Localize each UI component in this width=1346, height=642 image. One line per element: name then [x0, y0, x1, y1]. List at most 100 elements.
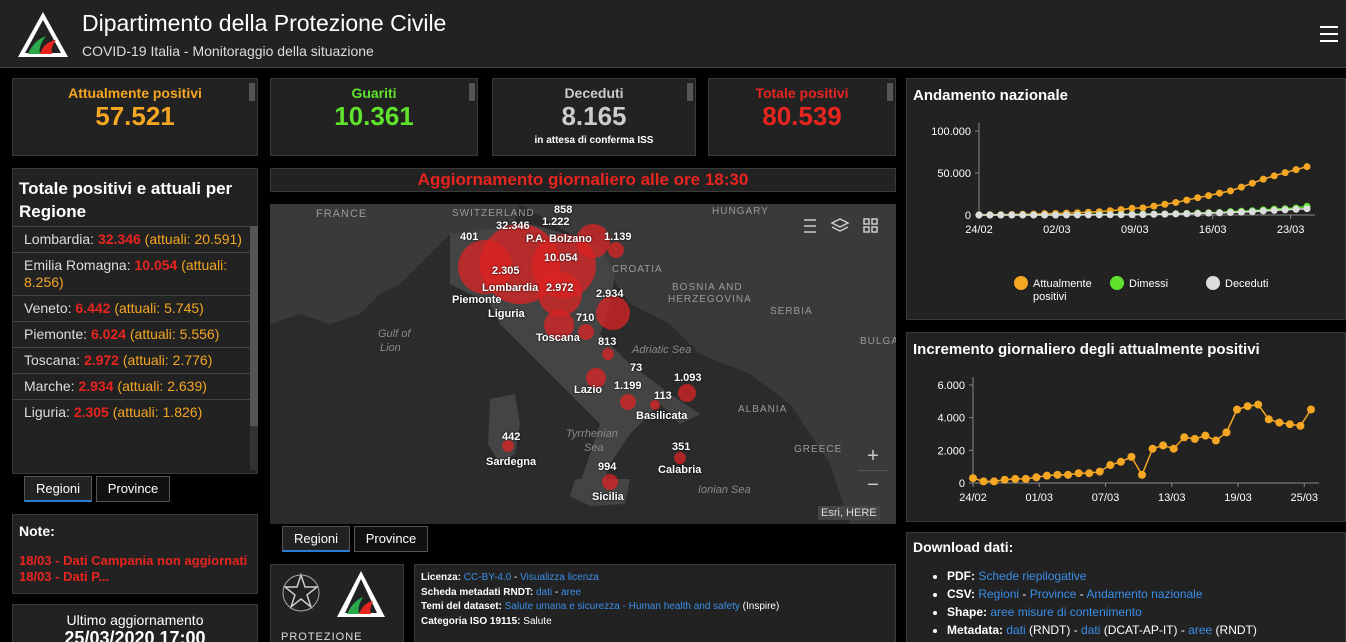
download-link[interactable]: Andamento nazionale	[1086, 587, 1202, 601]
data-point[interactable]	[1128, 211, 1136, 219]
metadata-link[interactable]: CC-BY-4.0	[464, 572, 511, 583]
data-point[interactable]	[1201, 431, 1210, 440]
download-link[interactable]: Province	[1030, 587, 1077, 601]
metadata-link[interactable]: Salute umana e sicurezza - Human health …	[505, 601, 740, 612]
panel-scrollbar[interactable]	[887, 83, 893, 101]
data-point[interactable]	[1222, 428, 1231, 437]
download-link[interactable]: aree misure di contenimento	[990, 605, 1141, 619]
data-point[interactable]	[979, 477, 988, 486]
data-point[interactable]	[1216, 189, 1224, 197]
data-point[interactable]	[1183, 210, 1191, 218]
data-point[interactable]	[1021, 474, 1030, 483]
data-point[interactable]	[1011, 474, 1020, 483]
data-point[interactable]	[1307, 405, 1315, 414]
map-bubble[interactable]	[602, 474, 618, 490]
data-point[interactable]	[1292, 166, 1300, 174]
data-point[interactable]	[1085, 469, 1094, 478]
data-point[interactable]	[1190, 434, 1199, 443]
chart-plot[interactable]: 0 50.000 100.000 24/02 02/03 09/03 16/03 23/03 A…	[907, 115, 1346, 315]
download-link[interactable]: dati	[1006, 623, 1025, 637]
data-point[interactable]	[1008, 211, 1016, 219]
map-bubble[interactable]	[608, 242, 624, 258]
data-point[interactable]	[1226, 187, 1234, 195]
metadata-link[interactable]: dati	[536, 587, 552, 598]
data-point[interactable]	[986, 211, 994, 219]
map-bubble[interactable]	[578, 324, 594, 340]
data-point[interactable]	[997, 211, 1005, 219]
data-point[interactable]	[1000, 475, 1009, 484]
data-point[interactable]	[1032, 473, 1041, 482]
data-point[interactable]	[1172, 198, 1180, 206]
data-point[interactable]	[1194, 209, 1202, 217]
data-point[interactable]	[1205, 192, 1213, 200]
data-point[interactable]	[1233, 405, 1242, 414]
download-link[interactable]: aree	[1188, 623, 1212, 637]
data-point[interactable]	[1095, 467, 1104, 476]
tab-province[interactable]: Province	[96, 476, 170, 502]
panel-scrollbar[interactable]	[469, 83, 475, 101]
map-attribution[interactable]: Esri, HERE	[818, 506, 880, 520]
map-bubble[interactable]	[678, 384, 696, 402]
download-link[interactable]: dati	[1081, 623, 1100, 637]
data-point[interactable]	[1074, 469, 1083, 478]
metadata-link[interactable]: Visualizza licenza	[520, 572, 599, 583]
data-point[interactable]	[1030, 211, 1038, 219]
region-row[interactable]: Liguria: 2.305 (attuali: 1.826)	[12, 399, 252, 425]
data-point[interactable]	[1264, 415, 1273, 424]
map-bubble[interactable]	[674, 452, 686, 464]
data-point[interactable]	[1116, 457, 1125, 466]
data-point[interactable]	[1106, 211, 1114, 219]
data-point[interactable]	[1292, 205, 1300, 213]
data-point[interactable]	[1062, 211, 1070, 219]
data-point[interactable]	[1042, 471, 1051, 480]
data-point[interactable]	[1138, 470, 1146, 479]
region-row[interactable]: Emilia Romagna: 10.054 (attuali: 8.256)	[12, 252, 252, 295]
data-point[interactable]	[1128, 204, 1136, 212]
data-point[interactable]	[1248, 179, 1256, 187]
data-point[interactable]	[1281, 169, 1289, 177]
region-row[interactable]: Toscana: 2.972 (attuali: 2.776)	[12, 347, 252, 373]
region-row[interactable]: Marche: 2.934 (attuali: 2.639)	[12, 373, 252, 399]
data-point[interactable]	[1259, 207, 1267, 215]
map-view[interactable]: FRANCE SWITZERLAND HUNGARY CROATIA BOSNI…	[270, 204, 896, 524]
data-point[interactable]	[1169, 444, 1178, 453]
data-point[interactable]	[1139, 210, 1147, 218]
data-point[interactable]	[1127, 452, 1136, 461]
regions-list[interactable]: Lombardia: 32.346 (attuali: 20.591) Emili…	[12, 226, 252, 425]
data-point[interactable]	[1211, 436, 1220, 445]
legend-label[interactable]: Dimessi	[1129, 278, 1168, 290]
region-row[interactable]: Piemonte: 6.024 (attuali: 5.556)	[12, 321, 252, 347]
data-point[interactable]	[1150, 202, 1158, 210]
data-point[interactable]	[1194, 194, 1202, 202]
legend-swatch[interactable]	[1206, 276, 1220, 290]
data-point[interactable]	[1117, 211, 1125, 219]
data-point[interactable]	[1172, 210, 1180, 218]
data-point[interactable]	[990, 477, 999, 486]
qr-code-icon[interactable]	[863, 218, 878, 233]
tab-regioni[interactable]: Regioni	[24, 476, 92, 502]
data-point[interactable]	[1254, 400, 1263, 409]
legend-label[interactable]: Attualmente	[1033, 278, 1092, 290]
legend-label[interactable]: positivi	[1033, 291, 1067, 303]
download-link[interactable]: Schede riepilogative	[978, 569, 1086, 583]
panel-scrollbar[interactable]	[687, 83, 693, 101]
layers-icon[interactable]	[830, 218, 850, 232]
zoom-in-button[interactable]: +	[858, 442, 888, 470]
data-point[interactable]	[1139, 204, 1147, 212]
map-tab-regioni[interactable]: Regioni	[282, 526, 350, 552]
data-point[interactable]	[1248, 208, 1256, 216]
data-point[interactable]	[1041, 211, 1049, 219]
zoom-out-button[interactable]: −	[858, 470, 888, 498]
data-point[interactable]	[1270, 206, 1278, 214]
data-point[interactable]	[1150, 210, 1158, 218]
data-point[interactable]	[1106, 461, 1115, 470]
data-point[interactable]	[1226, 208, 1234, 216]
menu-icon[interactable]	[1320, 26, 1338, 42]
data-point[interactable]	[1019, 211, 1027, 219]
legend-label[interactable]: Deceduti	[1225, 278, 1268, 290]
map-bubble[interactable]	[596, 296, 630, 330]
data-point[interactable]	[1073, 211, 1081, 219]
list-icon[interactable]	[804, 219, 816, 233]
data-point[interactable]	[1064, 470, 1073, 479]
data-point[interactable]	[1216, 209, 1224, 217]
